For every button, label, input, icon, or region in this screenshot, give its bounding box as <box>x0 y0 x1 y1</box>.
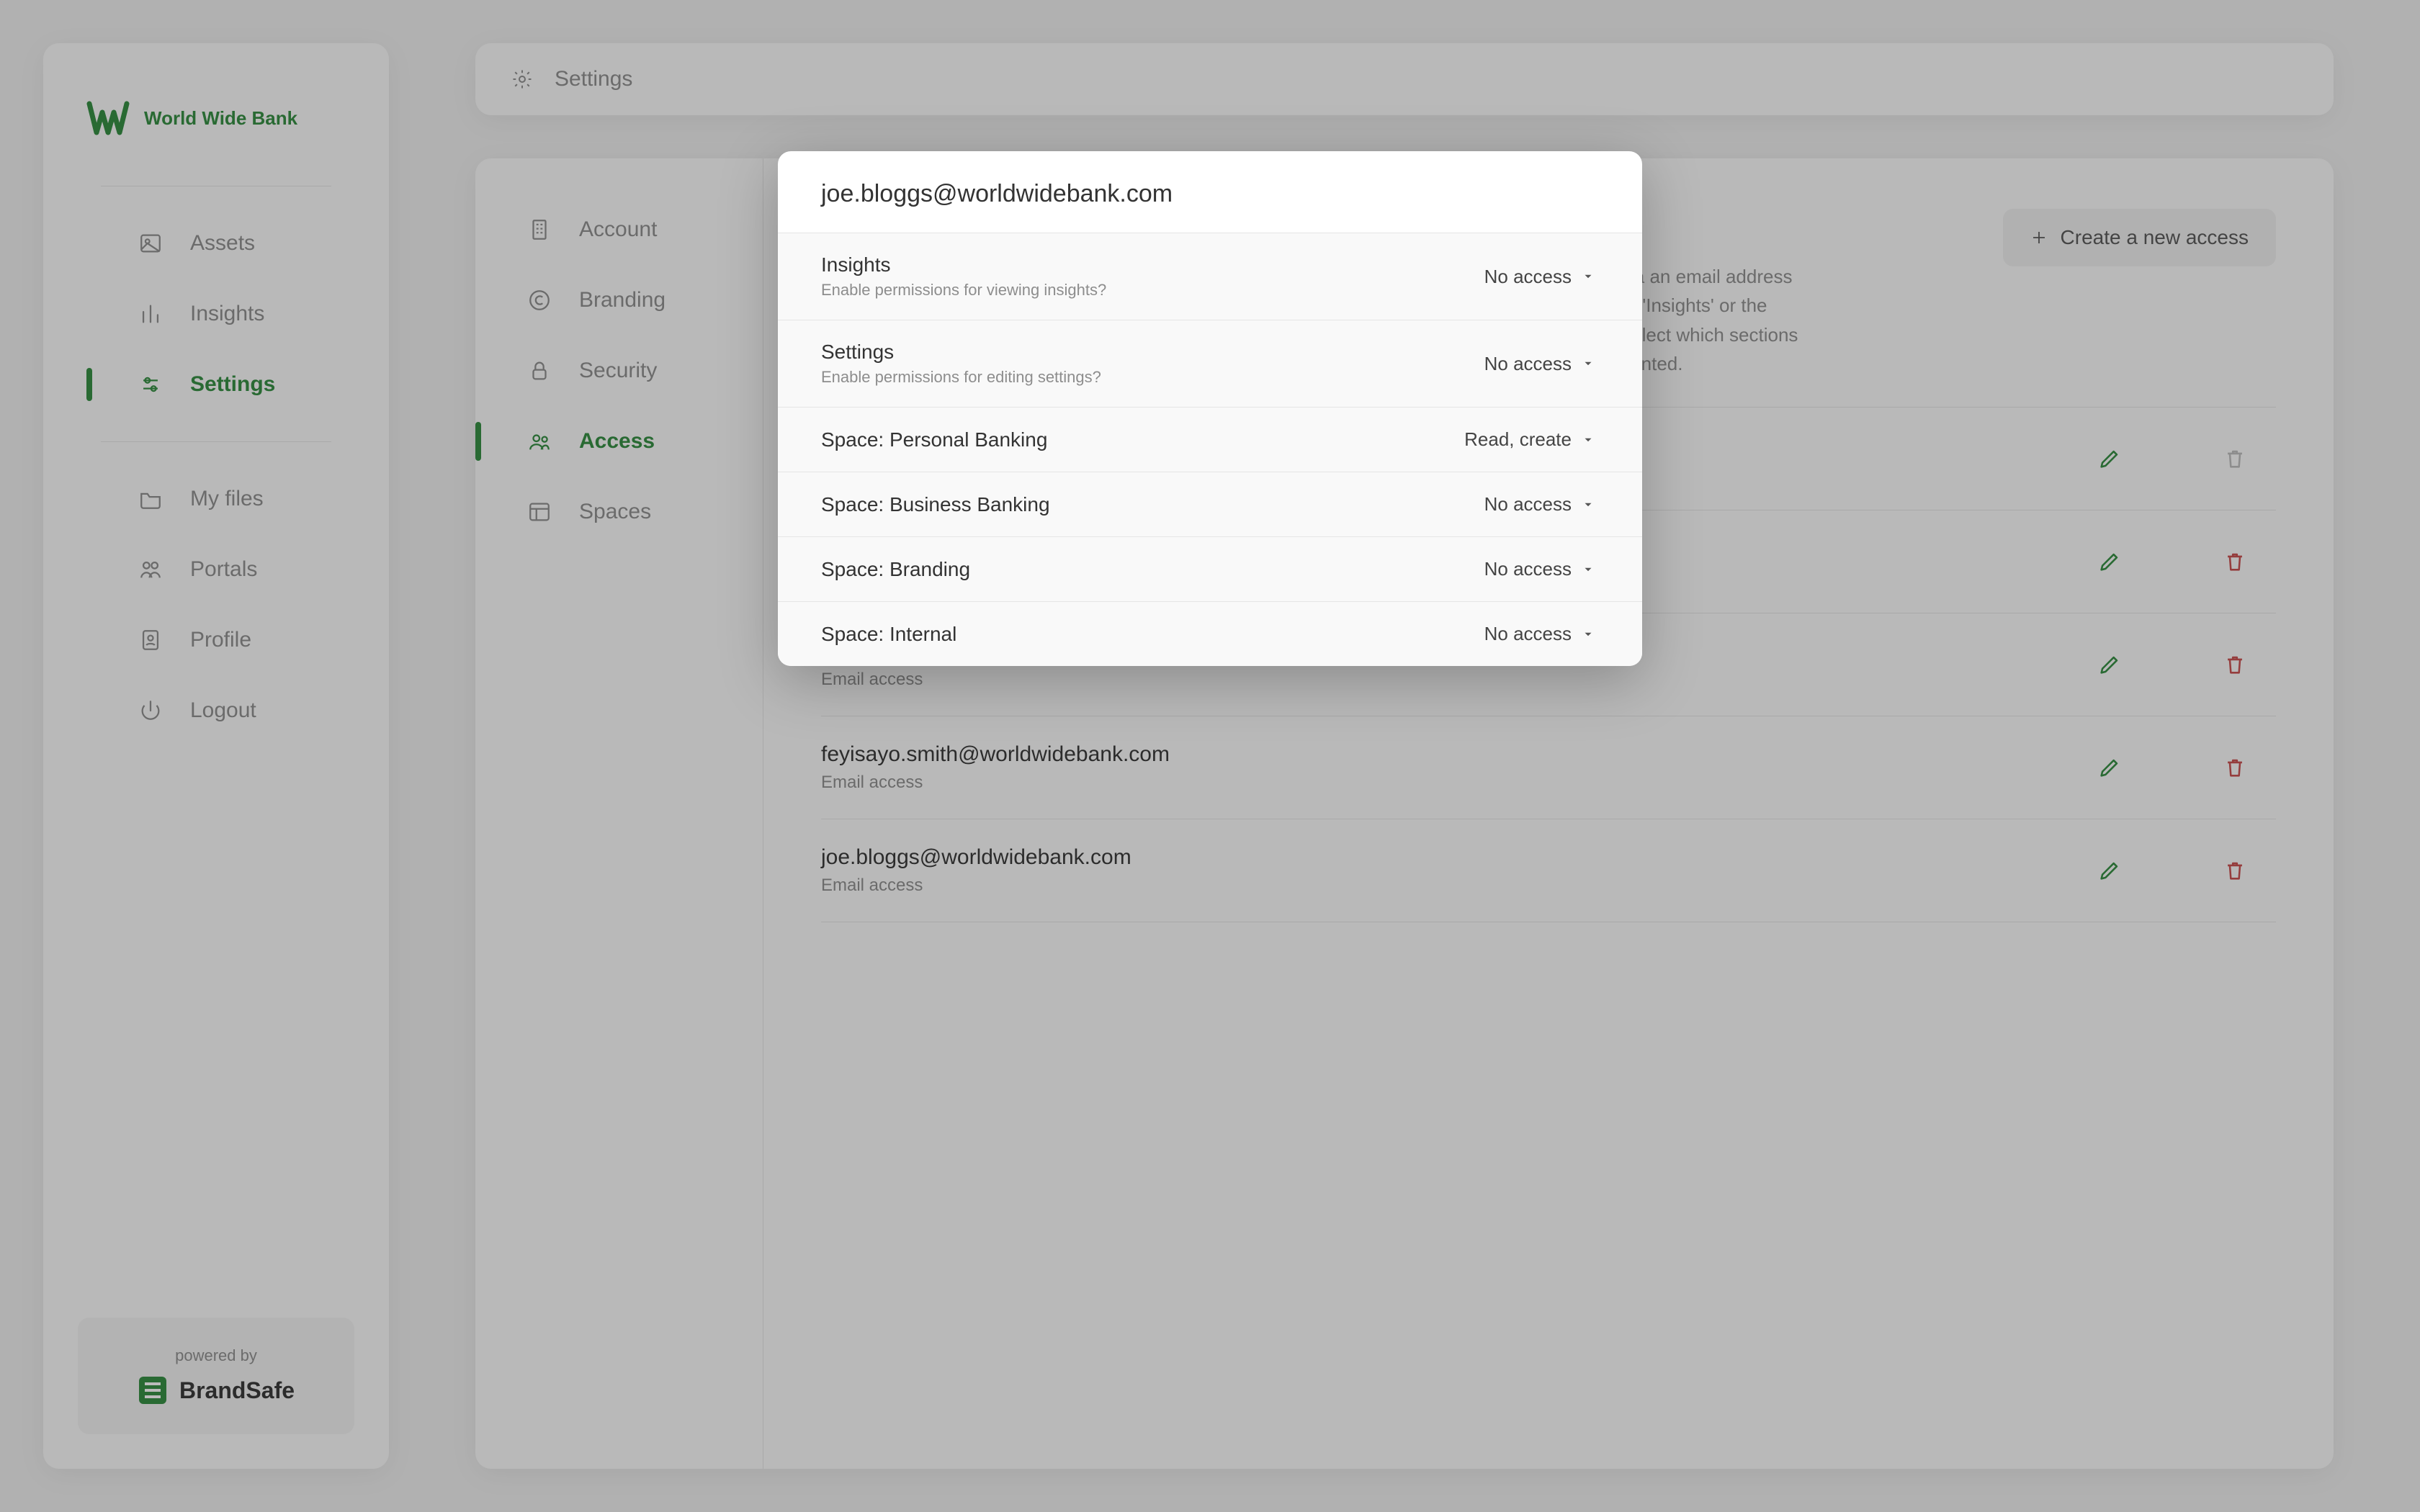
permission-row: Space: Business Banking No access <box>778 472 1642 537</box>
permission-row: Space: Branding No access <box>778 537 1642 602</box>
permission-dropdown[interactable]: No access <box>1480 265 1599 289</box>
permission-dropdown[interactable]: Read, create <box>1460 428 1599 451</box>
permission-subtitle: Enable permissions for viewing insights? <box>821 281 1106 300</box>
permission-dropdown[interactable]: No access <box>1480 492 1599 516</box>
caret-down-icon <box>1582 357 1595 370</box>
permission-title: Space: Branding <box>821 558 970 581</box>
permission-row: Space: Internal No access <box>778 602 1642 666</box>
caret-down-icon <box>1582 433 1595 446</box>
permission-value: No access <box>1484 266 1572 288</box>
permission-title: Insights <box>821 253 1106 276</box>
permission-value: No access <box>1484 493 1572 516</box>
permission-row: Space: Personal Banking Read, create <box>778 408 1642 472</box>
caret-down-icon <box>1582 270 1595 283</box>
permission-title: Settings <box>821 341 1101 364</box>
permission-title: Space: Personal Banking <box>821 428 1047 451</box>
permission-value: No access <box>1484 353 1572 375</box>
permission-dropdown[interactable]: No access <box>1480 557 1599 581</box>
permission-title: Space: Business Banking <box>821 493 1050 516</box>
permission-row: Insights Enable permissions for viewing … <box>778 233 1642 320</box>
permission-dropdown[interactable]: No access <box>1480 622 1599 646</box>
permission-value: Read, create <box>1464 428 1572 451</box>
permissions-modal: joe.bloggs@worldwidebank.com Insights En… <box>778 151 1642 666</box>
modal-title: joe.bloggs@worldwidebank.com <box>778 151 1642 233</box>
permission-subtitle: Enable permissions for editing settings? <box>821 368 1101 387</box>
permission-row: Settings Enable permissions for editing … <box>778 320 1642 408</box>
permission-title: Space: Internal <box>821 623 956 646</box>
permission-value: No access <box>1484 623 1572 645</box>
caret-down-icon <box>1582 628 1595 641</box>
modal-body: Insights Enable permissions for viewing … <box>778 233 1642 666</box>
permission-dropdown[interactable]: No access <box>1480 352 1599 376</box>
caret-down-icon <box>1582 498 1595 511</box>
caret-down-icon <box>1582 563 1595 576</box>
permission-value: No access <box>1484 558 1572 580</box>
